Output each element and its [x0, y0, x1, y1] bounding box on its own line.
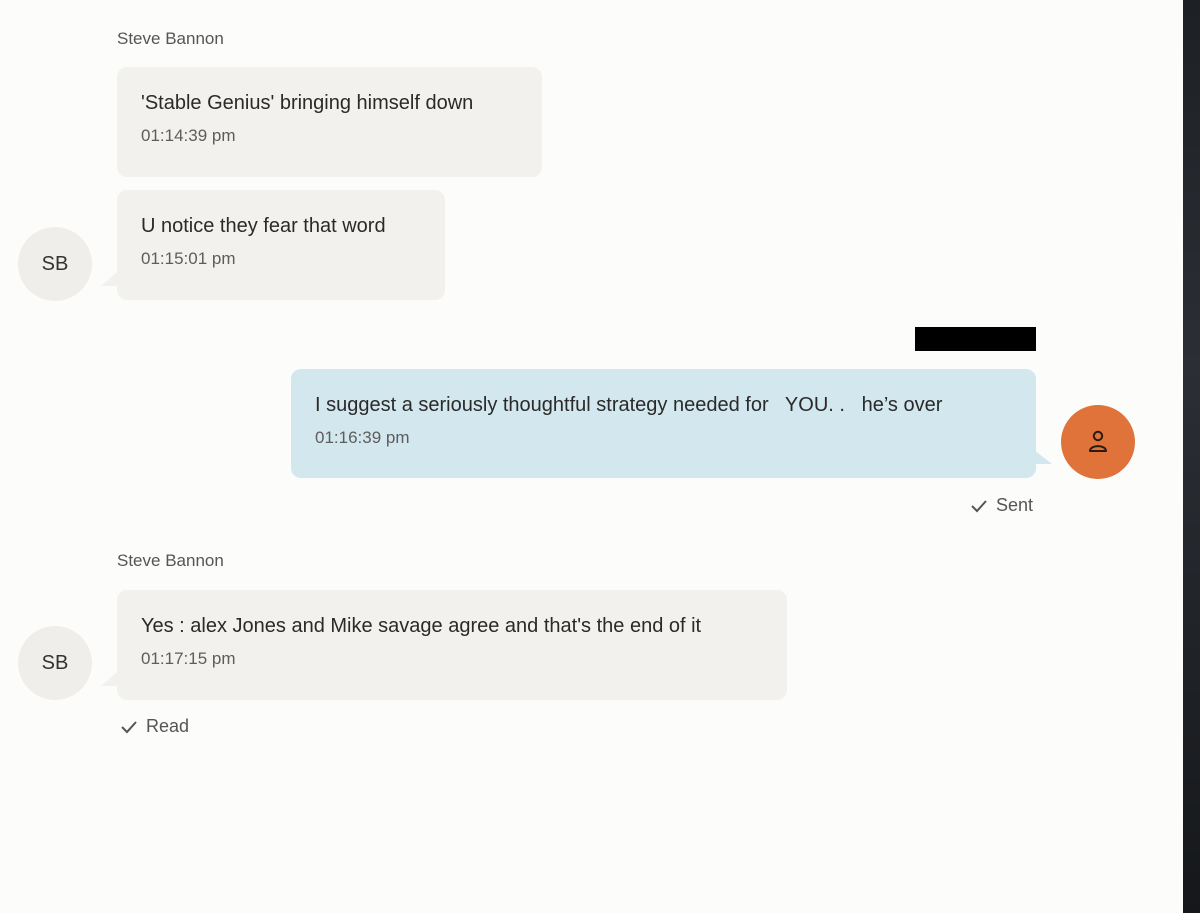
message-bubble[interactable]: U notice they fear that word 01:15:01 pm: [117, 190, 445, 300]
message-time: 01:15:01 pm: [141, 249, 236, 268]
message-time: 01:17:15 pm: [141, 649, 236, 668]
bubble-tail: [101, 672, 117, 686]
message-bubble[interactable]: Yes : alex Jones and Mike savage agree a…: [117, 590, 787, 700]
checkmark-icon: [121, 720, 137, 733]
message-time: 01:14:39 pm: [141, 126, 236, 145]
checkmark-icon: [971, 499, 987, 512]
message-text: Yes : alex Jones and Mike savage agree a…: [141, 615, 702, 637]
sender-name: Steve Bannon: [117, 29, 224, 48]
message-text: I suggest a seriously thoughtful strateg…: [315, 394, 943, 416]
read-status: Read: [120, 716, 189, 737]
redacted-sender-name: [915, 327, 1036, 351]
avatar[interactable]: SB: [18, 227, 92, 301]
outgoing-message-bubble[interactable]: I suggest a seriously thoughtful strateg…: [291, 369, 1036, 478]
message-bubble[interactable]: 'Stable Genius' bringing himself down 01…: [117, 67, 542, 177]
message-text: 'Stable Genius' bringing himself down: [141, 92, 474, 114]
person-icon: [1089, 430, 1107, 452]
bubble-tail: [1034, 450, 1052, 464]
avatar[interactable]: SB: [18, 626, 92, 700]
message-text: U notice they fear that word: [141, 215, 386, 237]
sender-name: Steve Bannon: [117, 551, 224, 570]
status-label: Read: [146, 716, 190, 736]
user-avatar[interactable]: [1061, 405, 1135, 479]
message-time: 01:16:39 pm: [315, 428, 410, 447]
status-label: Sent: [996, 495, 1034, 515]
sent-status: Sent: [970, 495, 1033, 516]
bubble-tail: [101, 272, 117, 286]
window-edge: [1183, 0, 1200, 913]
